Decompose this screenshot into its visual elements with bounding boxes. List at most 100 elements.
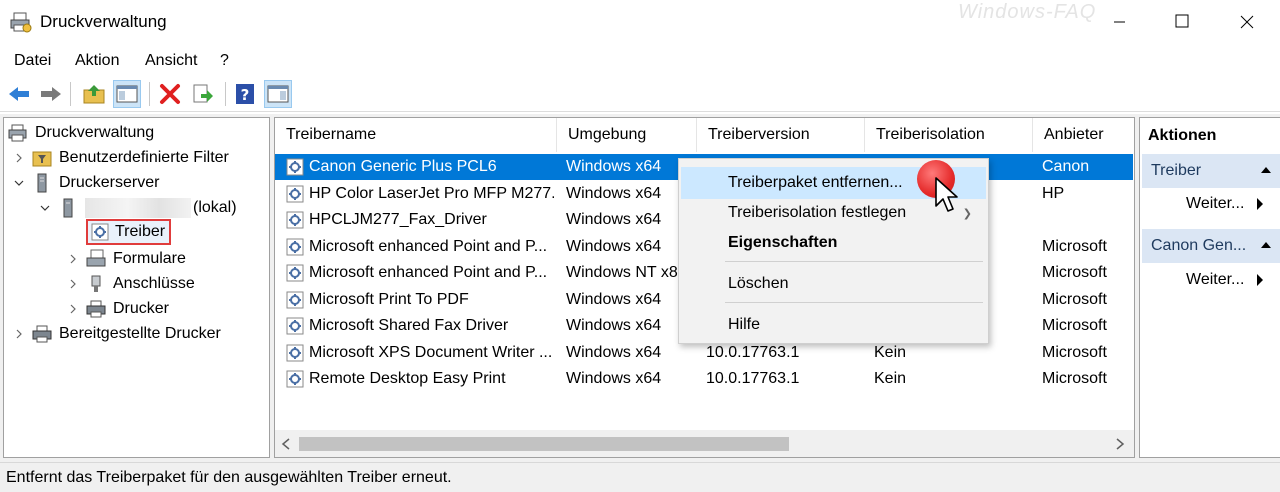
toolbar: ? xyxy=(0,76,1280,112)
show-hide-tree-button[interactable] xyxy=(113,80,141,108)
menu-ansicht[interactable]: Ansicht xyxy=(145,52,197,70)
tree-root-label: Druckverwaltung xyxy=(35,124,155,141)
tree-item-label: (lokal) xyxy=(193,199,237,216)
toolbar-separator xyxy=(149,82,150,106)
actions-item-weitere[interactable]: Weiter... xyxy=(1186,271,1244,289)
tree-item-formulare[interactable]: Formulare xyxy=(66,247,186,271)
cell-umgebung: Windows x64 xyxy=(566,158,662,175)
cell-treiberisolation: Kein xyxy=(874,370,907,387)
chevron-down-icon[interactable] xyxy=(38,201,52,215)
actions-section-canon[interactable]: Canon Gen... xyxy=(1142,229,1280,263)
submenu-arrow-icon[interactable] xyxy=(1256,197,1264,211)
actions-title: Aktionen xyxy=(1148,127,1217,144)
tree-item-local-server[interactable]: (lokal) xyxy=(38,196,237,220)
chevron-right-icon[interactable] xyxy=(12,151,26,165)
context-item-label: Treiberisolation festlegen xyxy=(728,204,907,221)
chevron-down-icon[interactable] xyxy=(12,176,26,190)
driver-icon xyxy=(286,370,304,388)
cell-treiberisolation: Kein xyxy=(874,343,907,361)
server-icon xyxy=(58,198,78,218)
up-folder-button[interactable] xyxy=(80,80,108,108)
cell-treibername: Microsoft enhanced Point and P... xyxy=(309,264,548,281)
cell-anbieter: Microsoft xyxy=(1042,237,1107,255)
driver-icon xyxy=(286,158,304,176)
tree-item-bereitgestellte-drucker[interactable]: Bereitgestellte Drucker xyxy=(12,322,221,346)
context-separator xyxy=(725,302,983,303)
tree-item-drucker[interactable]: Drucker xyxy=(66,297,169,321)
menu-aktion[interactable]: Aktion xyxy=(75,52,119,70)
show-hide-action-pane-icon xyxy=(267,85,289,103)
cell-umgebung: Windows x64 xyxy=(566,290,662,308)
cell-anbieter: Microsoft xyxy=(1042,343,1107,361)
chevron-right-icon[interactable] xyxy=(12,327,26,341)
context-item-eigenschaften[interactable]: Eigenschaften xyxy=(681,227,986,259)
column-header-treiberversion[interactable]: Treiberversion xyxy=(697,118,865,152)
menu-help[interactable]: ? xyxy=(220,52,229,70)
collapse-up-icon[interactable] xyxy=(1260,166,1272,174)
server-icon xyxy=(32,173,52,193)
submenu-arrow-icon[interactable] xyxy=(1256,273,1264,287)
toolbar-separator xyxy=(70,82,71,106)
cell-treibername: Remote Desktop Easy Print xyxy=(309,370,506,387)
cell-anbieter: Microsoft xyxy=(1042,290,1107,308)
chevron-right-icon[interactable] xyxy=(66,277,80,291)
export-button[interactable] xyxy=(189,80,217,108)
printer-management-icon xyxy=(10,12,32,33)
minimize-button[interactable] xyxy=(1088,0,1150,44)
tree-item-treiber[interactable]: Treiber xyxy=(86,219,172,245)
delete-icon xyxy=(160,84,180,104)
tree-item-label: Benutzerdefinierte Filter xyxy=(59,149,229,166)
context-item-label: Eigenschaften xyxy=(728,234,838,251)
delete-button[interactable] xyxy=(156,80,184,108)
column-header-treiberisolation[interactable]: Treiberisolation xyxy=(865,118,1033,152)
cell-anbieter: Microsoft xyxy=(1042,317,1107,334)
chevron-right-icon[interactable] xyxy=(66,302,80,316)
close-button[interactable] xyxy=(1216,0,1278,44)
driver-icon xyxy=(286,211,304,229)
tree-item-anschluesse[interactable]: Anschlüsse xyxy=(66,272,195,296)
context-item-label: Hilfe xyxy=(728,316,761,333)
column-header-umgebung[interactable]: Umgebung xyxy=(557,118,697,152)
context-item-hilfe[interactable]: Hilfe xyxy=(681,309,986,341)
column-header-anbieter[interactable]: Anbieter xyxy=(1033,118,1134,152)
context-item-loeschen[interactable]: Löschen xyxy=(681,268,986,300)
up-folder-icon xyxy=(83,85,105,104)
chevron-right-icon[interactable] xyxy=(66,252,80,266)
driver-icon xyxy=(286,185,304,202)
menu-datei[interactable]: Datei xyxy=(14,52,51,70)
cell-umgebung: Windows x64 xyxy=(566,237,662,255)
port-icon xyxy=(86,274,106,294)
scroll-left-icon[interactable] xyxy=(281,438,291,450)
driver-row[interactable]: Remote Desktop Easy Print Windows x64 10.0… xyxy=(275,366,1133,392)
tree-item-label: Treiber xyxy=(115,223,166,240)
collapse-up-icon[interactable] xyxy=(1260,241,1272,249)
tree-item-benutzerdefinierte-filter[interactable]: Benutzerdefinierte Filter xyxy=(12,146,229,170)
scrollbar-thumb[interactable] xyxy=(299,437,789,451)
forward-button[interactable] xyxy=(37,80,65,108)
status-bar: Entfernt das Treiberpaket für den ausgew… xyxy=(0,462,1280,492)
export-icon xyxy=(193,84,213,103)
driver-icon xyxy=(286,344,304,361)
show-hide-action-pane-button[interactable] xyxy=(264,80,292,108)
maximize-button[interactable] xyxy=(1150,0,1212,44)
back-icon xyxy=(9,87,29,101)
title-bar: Druckverwaltung Windows-FAQ xyxy=(0,0,1280,44)
actions-pane: Aktionen Treiber Weiter... Canon Gen... … xyxy=(1139,117,1280,458)
context-item-label: Löschen xyxy=(728,275,789,292)
column-header-treibername[interactable]: Treibername xyxy=(275,118,557,152)
cell-treibername: Microsoft Shared Fax Driver xyxy=(309,317,509,334)
actions-section-treiber[interactable]: Treiber xyxy=(1142,154,1280,188)
actions-item-weitere[interactable]: Weiter... xyxy=(1186,195,1244,213)
forward-icon xyxy=(41,87,61,101)
horizontal-scrollbar[interactable] xyxy=(275,430,1134,457)
back-button[interactable] xyxy=(5,80,33,108)
cell-treibername: Microsoft XPS Document Writer ... xyxy=(309,343,553,361)
tree-pane[interactable]: Druckverwaltung Benutzerdefinierte Filte… xyxy=(3,117,270,458)
help-button[interactable]: ? xyxy=(231,80,259,108)
scroll-right-icon[interactable] xyxy=(1115,438,1125,450)
highlight-box: Treiber xyxy=(86,219,172,245)
tree-root[interactable]: Druckverwaltung xyxy=(8,121,154,145)
tree-item-druckerserver[interactable]: Druckerserver xyxy=(12,171,159,195)
cell-treibername: Microsoft enhanced Point and P... xyxy=(309,237,548,255)
redacted-server-name xyxy=(85,198,191,218)
